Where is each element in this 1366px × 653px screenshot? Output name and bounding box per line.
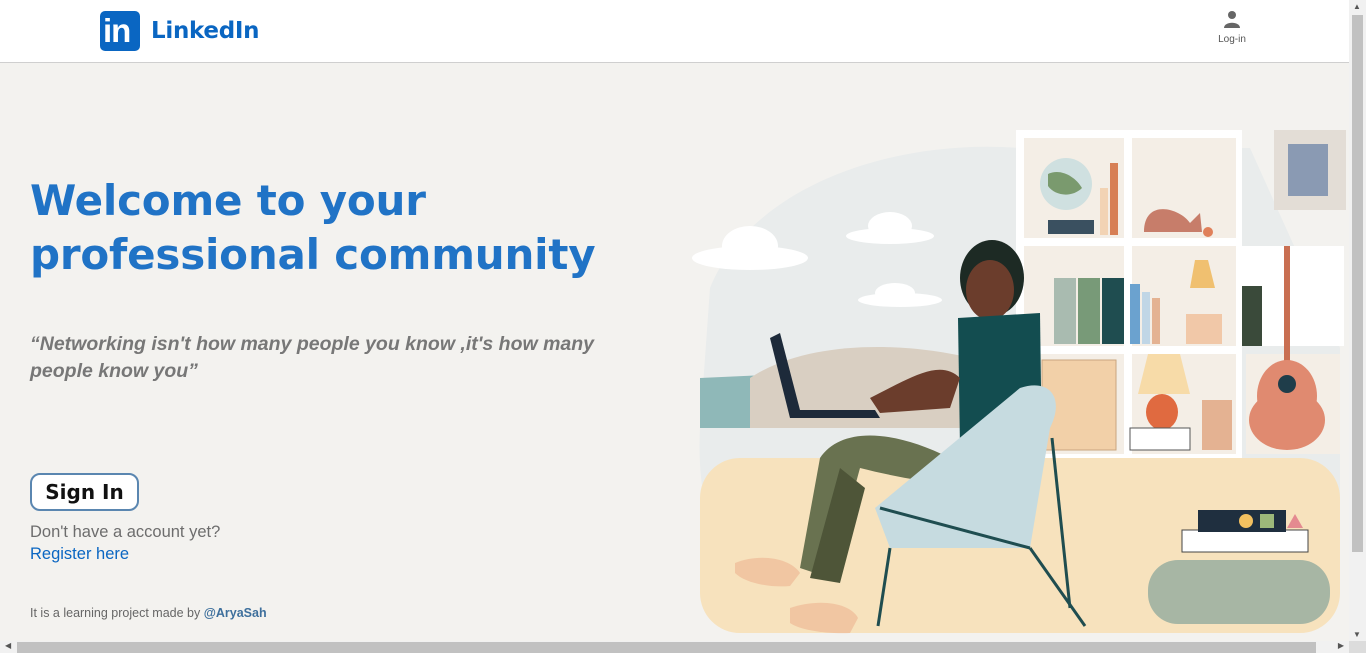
author-link[interactable]: @AryaSah [204, 606, 267, 620]
scrollbar-corner [1349, 641, 1366, 653]
login-button[interactable]: Log-in [1211, 10, 1253, 45]
footer-note: It is a learning project made by @AryaSa… [30, 606, 267, 620]
sign-in-button[interactable]: Sign In [30, 473, 139, 511]
hero-illustration [692, 130, 1346, 634]
horizontal-scroll-thumb[interactable] [17, 642, 1316, 653]
book-stack [1181, 529, 1309, 553]
user-icon [1224, 11, 1240, 28]
no-account-text: Don't have a account yet? [30, 523, 221, 541]
ottoman [1148, 560, 1330, 624]
vertical-scroll-thumb[interactable] [1352, 15, 1363, 552]
linkedin-logo-text: LinkedIn [151, 18, 260, 44]
login-label: Log-in [1218, 34, 1246, 45]
vertical-scrollbar[interactable]: ▲ ▼ [1349, 0, 1366, 641]
footer-note-text: It is a learning project made by [30, 606, 204, 620]
scroll-up-arrow-icon[interactable]: ▲ [1353, 2, 1361, 11]
scroll-down-arrow-icon[interactable]: ▼ [1353, 630, 1361, 639]
linkedin-logo-mark: in [100, 11, 140, 51]
top-navbar: in LinkedIn Log-in [0, 0, 1349, 63]
hero-title: Welcome to your professional community [30, 174, 630, 282]
hero-title-line1: Welcome to your [30, 176, 426, 225]
scroll-right-arrow-icon[interactable]: ▶ [1338, 641, 1344, 650]
horizontal-scrollbar[interactable]: ◀ ▶ [0, 641, 1349, 653]
hero-quote: “Networking isn't how many people you kn… [30, 333, 595, 382]
scroll-left-arrow-icon[interactable]: ◀ [5, 641, 11, 650]
linkedin-logo[interactable]: in LinkedIn [100, 11, 259, 51]
hero-title-line2: professional community [30, 230, 596, 279]
register-link[interactable]: Register here [30, 545, 129, 564]
